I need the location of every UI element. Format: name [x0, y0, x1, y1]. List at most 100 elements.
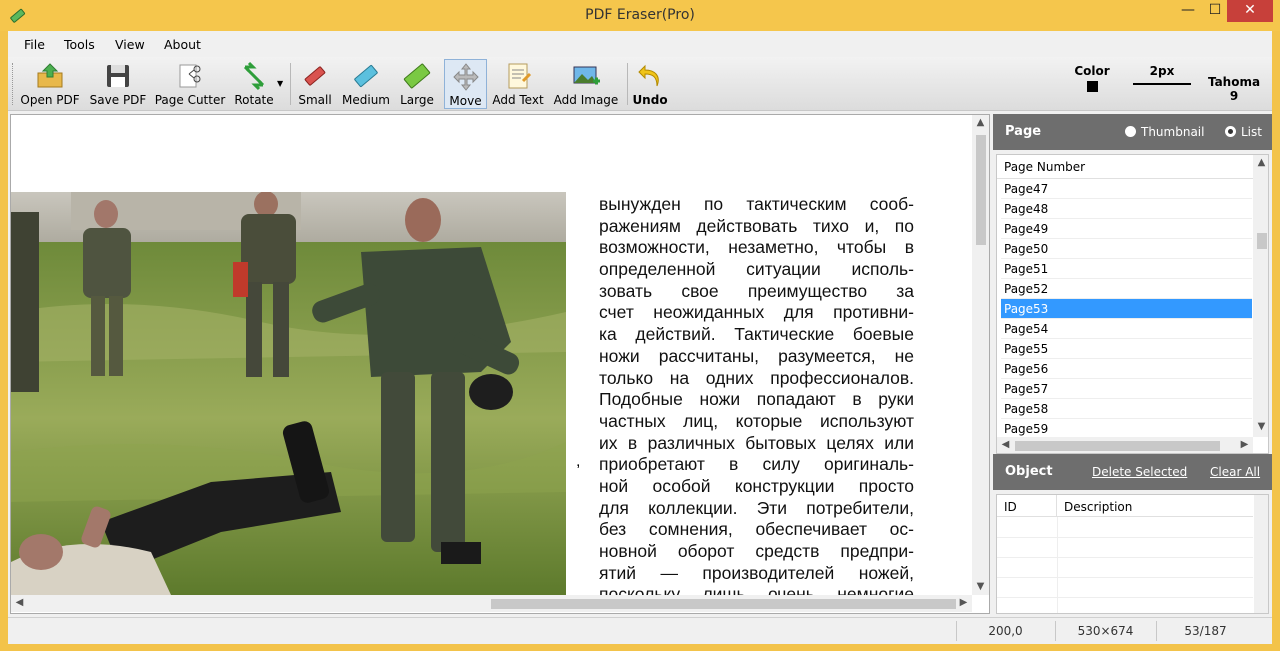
eraser-medium-icon — [354, 65, 378, 87]
window-title: PDF Eraser(Pro) — [585, 7, 695, 23]
stroke-width-selector[interactable]: 2px — [1133, 64, 1191, 85]
document-photo[interactable] — [11, 192, 566, 595]
page-list-item[interactable]: Page56 — [1001, 359, 1252, 379]
status-separator — [1156, 621, 1157, 641]
menu-file[interactable]: File — [24, 37, 45, 52]
add-image-button[interactable]: Add Image — [550, 59, 622, 109]
close-button[interactable]: ✕ — [1227, 0, 1273, 22]
clear-all-link[interactable]: Clear All — [1210, 465, 1260, 479]
rotate-dropdown-icon[interactable]: ▼ — [277, 79, 283, 88]
delete-selected-link[interactable]: Delete Selected — [1092, 465, 1187, 479]
rotate-arrows-icon — [243, 61, 265, 91]
page-list-item[interactable]: Page59 — [1001, 419, 1252, 439]
page-list-vertical-scrollbar[interactable]: ▲ ▼ — [1253, 155, 1268, 437]
add-text-button[interactable]: Add Text — [491, 59, 545, 109]
text-line: ражениям действовать тихо и, по — [599, 215, 914, 236]
page-list-item[interactable]: Page54 — [1001, 319, 1252, 339]
document-vertical-scrollbar[interactable]: ▲ ▼ — [972, 115, 989, 595]
color-swatch — [1086, 81, 1098, 92]
page-list[interactable]: Page Number Page47 Page48 Page49 Page50 … — [996, 154, 1269, 454]
menu-about[interactable]: About — [164, 37, 201, 52]
row-divider — [997, 537, 1253, 538]
open-folder-icon — [37, 63, 63, 88]
text-line: только на одних профессионалов. — [599, 367, 914, 388]
open-pdf-button[interactable]: Open PDF — [18, 59, 82, 109]
scroll-right-icon[interactable]: ▶ — [955, 597, 972, 608]
scroll-thumb[interactable] — [491, 599, 956, 609]
scroll-up-icon[interactable]: ▲ — [972, 117, 989, 128]
cursor-coordinates: 200,0 — [988, 624, 1023, 638]
page-list-item[interactable]: Page47 — [1001, 179, 1252, 199]
page-list-horizontal-scrollbar[interactable]: ◀ ▶ — [997, 437, 1253, 453]
eraser-large-icon — [403, 63, 431, 89]
eraser-small-button[interactable]: Small — [295, 59, 335, 109]
floppy-disk-icon — [107, 65, 129, 87]
app-window: PDF Eraser(Pro) — ☐ ✕ File Tools View Ab… — [0, 0, 1280, 651]
scroll-thumb[interactable] — [1015, 441, 1220, 451]
undo-button[interactable]: Undo — [631, 59, 669, 109]
text-line: ка действий. Тактические боевые — [599, 324, 914, 345]
radio-off-icon — [1125, 126, 1136, 137]
color-picker[interactable]: Color — [1072, 64, 1112, 92]
page-cutter-button[interactable]: Page Cutter — [154, 59, 226, 109]
page-list-item[interactable]: Page51 — [1001, 259, 1252, 279]
description-column-header[interactable]: Description — [1057, 495, 1253, 517]
text-line: вынужден по тактическим сооб- — [599, 194, 914, 214]
font-selector[interactable]: Tahoma 9 — [1202, 75, 1266, 103]
side-panel: Page Thumbnail List Page Number Page47 P… — [993, 114, 1272, 614]
page-list-item[interactable]: Page55 — [1001, 339, 1252, 359]
text-line: частных лиц, которые используют — [599, 410, 914, 431]
scroll-thumb[interactable] — [976, 135, 986, 245]
text-line: ножи рассчитаны, разумеется, не — [599, 345, 914, 366]
scroll-down-icon[interactable]: ▼ — [972, 581, 989, 592]
object-panel-header: Object Delete Selected Clear All — [993, 454, 1272, 490]
menu-view[interactable]: View — [115, 37, 145, 52]
menu-tools[interactable]: Tools — [64, 37, 95, 52]
text-line: без сомнения, обеспечивает ос- — [599, 519, 914, 540]
add-image-icon — [573, 66, 600, 85]
scroll-up-icon[interactable]: ▲ — [1253, 157, 1268, 168]
column-divider — [1057, 517, 1058, 613]
document-canvas[interactable]: , вынужден по тактическим сооб- ражениям… — [10, 114, 990, 614]
list-radio[interactable]: List — [1225, 125, 1262, 139]
stray-comma: , — [576, 453, 581, 470]
document-text-column[interactable]: вынужден по тактическим сооб- ражениям д… — [599, 194, 914, 606]
page-panel-header: Page Thumbnail List — [993, 114, 1272, 150]
text-line: для коллекции. Эти потребители, — [599, 497, 914, 518]
scroll-down-icon[interactable]: ▼ — [1253, 421, 1268, 432]
scroll-left-icon[interactable]: ◀ — [11, 597, 28, 608]
page-list-item[interactable]: Page58 — [1001, 399, 1252, 419]
status-separator — [1055, 621, 1056, 641]
rotate-button[interactable]: Rotate — [231, 59, 277, 109]
status-bar: 200,0 530×674 53/187 — [8, 617, 1272, 644]
object-table-scrollbar[interactable] — [1254, 495, 1268, 613]
text-line: ной особой конструкции просто — [599, 475, 914, 496]
text-line: ятий — производителей ножей, — [599, 562, 914, 583]
page-list-item-selected[interactable]: Page53 — [1001, 299, 1252, 319]
object-table[interactable]: ID Description — [996, 494, 1269, 614]
page-list-item[interactable]: Page50 — [1001, 239, 1252, 259]
page-list-item[interactable]: Page52 — [1001, 279, 1252, 299]
move-button[interactable]: Move — [444, 59, 487, 109]
scroll-right-icon[interactable]: ▶ — [1236, 439, 1253, 450]
eraser-large-button[interactable]: Large — [397, 59, 437, 109]
page-number-column-header[interactable]: Page Number — [997, 155, 1255, 179]
save-pdf-button[interactable]: Save PDF — [87, 59, 149, 109]
radio-on-icon — [1225, 126, 1236, 137]
thumbnail-radio[interactable]: Thumbnail — [1125, 125, 1204, 139]
page-list-item[interactable]: Page49 — [1001, 219, 1252, 239]
text-line: новной оборот средств предпри- — [599, 541, 914, 561]
photo-illustration — [11, 192, 566, 595]
scroll-left-icon[interactable]: ◀ — [997, 439, 1014, 450]
page-list-item[interactable]: Page57 — [1001, 379, 1252, 399]
page-list-item[interactable]: Page48 — [1001, 199, 1252, 219]
scroll-thumb[interactable] — [1257, 233, 1267, 249]
text-line: определенной ситуации исполь- — [599, 259, 914, 280]
row-divider — [997, 597, 1253, 598]
status-separator — [956, 621, 957, 641]
document-horizontal-scrollbar[interactable]: ◀ ▶ — [11, 595, 972, 612]
id-column-header[interactable]: ID — [997, 495, 1057, 517]
toolbar-grip[interactable] — [12, 63, 15, 105]
row-divider — [997, 577, 1253, 578]
eraser-medium-button[interactable]: Medium — [340, 59, 392, 109]
